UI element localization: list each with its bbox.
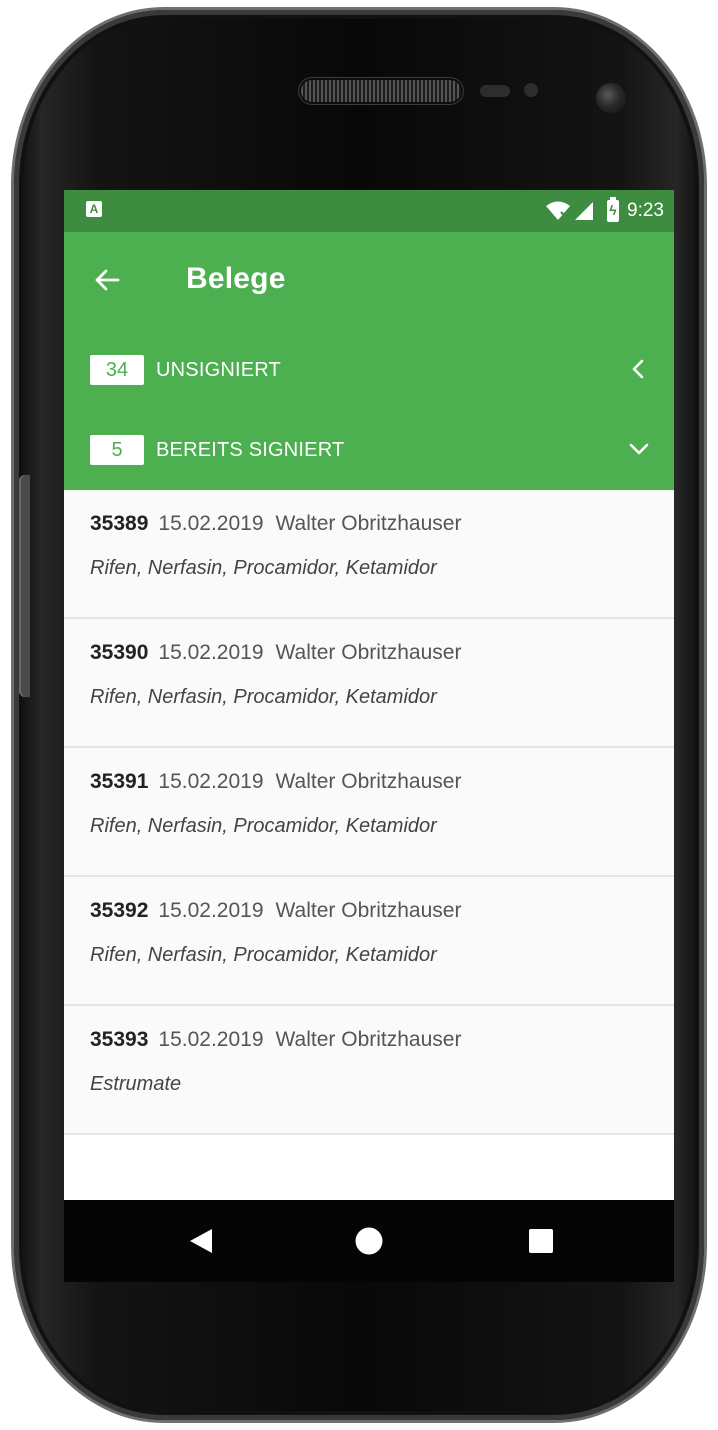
earpiece-speaker (301, 80, 461, 102)
nav-home-icon[interactable] (354, 1226, 384, 1256)
beleg-header: 35393 15.02.2019 Walter Obritzhauser (64, 1006, 674, 1058)
section-signed[interactable]: 5 BEREITS SIGNIERT (64, 410, 674, 490)
beleg-id: 35391 (90, 770, 149, 793)
beleg-items: Rifen, Nerfasin, Procamidor, Ketamidor (90, 557, 437, 579)
beleg-person: Walter Obritzhauser (275, 1028, 462, 1051)
list-item[interactable]: 35390 15.02.2019 Walter Obritzhauser Rifen… (64, 619, 674, 748)
beleg-date: 15.02.2019 (158, 1028, 264, 1051)
beleg-header: 35391 15.02.2019 Walter Obritzhauser (64, 748, 674, 800)
beleg-person: Walter Obritzhauser (275, 770, 462, 793)
nav-back-icon[interactable] (186, 1226, 216, 1256)
unsigned-count-badge: 34 (90, 355, 144, 385)
app-bar: Belege 34 UNSIGNIERT 5 BEREITS SIGNIERT (64, 232, 674, 532)
list-item[interactable]: 35393 15.02.2019 Walter Obritzhauser Estru… (64, 1006, 674, 1135)
status-icons: 9:23 (545, 190, 664, 232)
beleg-header: 35390 15.02.2019 Walter Obritzhauser (64, 619, 674, 671)
section-signed-label: BEREITS SIGNIERT (156, 438, 345, 461)
chevron-down-icon[interactable] (628, 438, 650, 460)
chevron-left-icon[interactable] (628, 358, 650, 380)
beleg-items: Rifen, Nerfasin, Procamidor, Ketamidor (90, 815, 437, 837)
signed-count-badge: 5 (90, 435, 144, 465)
beleg-items: Rifen, Nerfasin, Procamidor, Ketamidor (90, 944, 437, 966)
back-arrow-icon[interactable] (80, 250, 140, 310)
beleg-id: 35393 (90, 1028, 149, 1051)
beleg-list: 35389 15.02.2019 Walter Obritzhauser Rifen… (64, 490, 674, 1135)
beleg-items: Estrumate (90, 1073, 182, 1095)
battery-charging-icon (607, 197, 620, 222)
screen: A 9:23 Belege 34 UNSIGNIERT 5 (64, 190, 674, 1282)
notification-a-icon: A (86, 201, 102, 217)
beleg-date: 15.02.2019 (158, 899, 264, 922)
page-title: Belege (186, 262, 286, 295)
beleg-id: 35389 (90, 512, 149, 535)
beleg-date: 15.02.2019 (158, 512, 264, 535)
beleg-items: Rifen, Nerfasin, Procamidor, Ketamidor (90, 686, 437, 708)
status-time: 9:23 (627, 200, 664, 221)
list-item[interactable]: 35389 15.02.2019 Walter Obritzhauser Rifen… (64, 490, 674, 619)
beleg-id: 35390 (90, 641, 149, 664)
beleg-person: Walter Obritzhauser (275, 899, 462, 922)
section-unsigned-label: UNSIGNIERT (156, 358, 281, 381)
light-sensor (524, 83, 538, 97)
proximity-sensor (480, 85, 510, 97)
status-bar: A 9:23 (64, 190, 674, 232)
beleg-person: Walter Obritzhauser (275, 512, 462, 535)
beleg-person: Walter Obritzhauser (275, 641, 462, 664)
navigation-bar (64, 1200, 674, 1282)
beleg-date: 15.02.2019 (158, 641, 264, 664)
front-camera (596, 83, 626, 113)
nav-recents-icon[interactable] (526, 1226, 556, 1256)
section-unsigned[interactable]: 34 UNSIGNIERT (64, 330, 674, 410)
wifi-icon (546, 201, 571, 220)
list-item[interactable]: 35391 15.02.2019 Walter Obritzhauser Rifen… (64, 748, 674, 877)
beleg-header: 35389 15.02.2019 Walter Obritzhauser (64, 490, 674, 542)
beleg-date: 15.02.2019 (158, 770, 264, 793)
beleg-header: 35392 15.02.2019 Walter Obritzhauser (64, 877, 674, 929)
signal-icon (575, 202, 594, 220)
beleg-id: 35392 (90, 899, 149, 922)
list-item[interactable]: 35392 15.02.2019 Walter Obritzhauser Rifen… (64, 877, 674, 1006)
side-volume-button (19, 475, 30, 697)
